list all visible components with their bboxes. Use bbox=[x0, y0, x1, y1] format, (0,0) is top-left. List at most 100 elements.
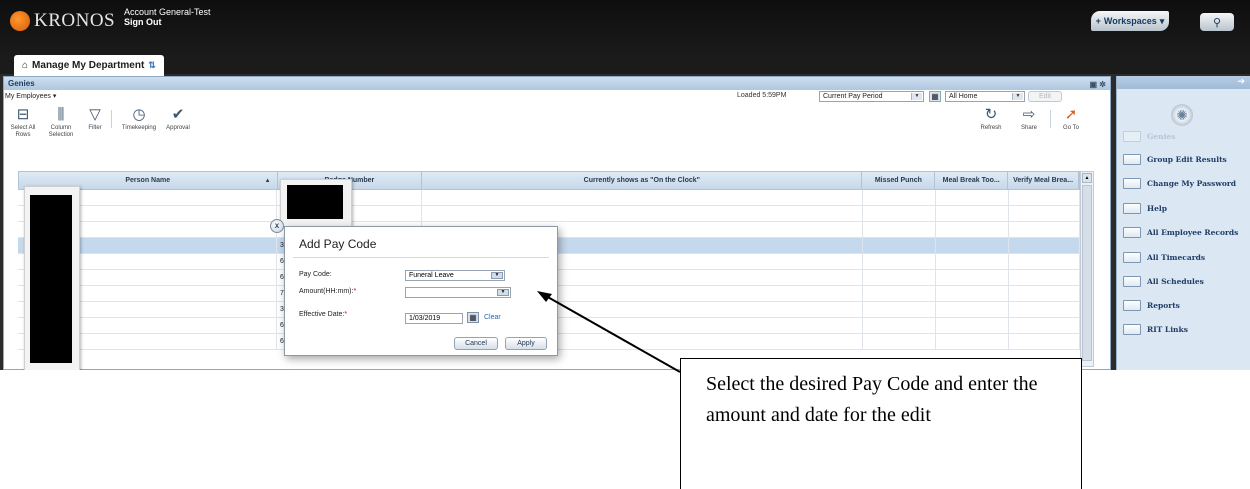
sort-ascending-icon: ▲ bbox=[264, 178, 271, 184]
column-header-missed-punch[interactable]: Missed Punch bbox=[862, 172, 936, 189]
home-icon: ⌂ bbox=[22, 60, 29, 71]
widget-icon bbox=[1123, 203, 1141, 214]
refresh-button[interactable]: ↻ Refresh bbox=[978, 106, 1004, 132]
redaction-box bbox=[30, 195, 72, 363]
sidebar-item-reports[interactable]: Reports bbox=[1123, 297, 1247, 314]
table-row[interactable] bbox=[18, 206, 1080, 222]
sidebar-item-all-timecards[interactable]: All Timecards bbox=[1123, 249, 1247, 266]
sign-out-link[interactable]: Sign Out bbox=[124, 17, 211, 27]
apply-button[interactable]: Apply bbox=[505, 337, 547, 350]
close-icon[interactable]: x bbox=[270, 219, 284, 233]
sidebar-item-genies[interactable]: Genies bbox=[1123, 128, 1247, 145]
checkmark-icon: ✔ bbox=[171, 106, 185, 123]
genies-title-bar: Genies ▣ ✲ bbox=[4, 77, 1110, 90]
pay-code-select[interactable]: Funeral Leave ▼ bbox=[405, 270, 505, 281]
loaded-time: Loaded 5:59PM bbox=[737, 92, 787, 99]
calendar-icon[interactable]: ▦ bbox=[929, 91, 941, 102]
widget-icon bbox=[1123, 178, 1141, 189]
filter-button[interactable]: ▽ Filter bbox=[86, 106, 104, 132]
genies-title: Genies bbox=[8, 79, 35, 88]
sidebar-item-group-edit-results[interactable]: Group Edit Results bbox=[1123, 151, 1247, 168]
share-icon: ⇨ bbox=[1022, 106, 1036, 123]
filter-icon: ▽ bbox=[89, 106, 101, 123]
annotation-callout: Select the desired Pay Code and enter th… bbox=[680, 358, 1082, 489]
tab-strip bbox=[0, 58, 1250, 74]
dialog-title: Add Pay Code bbox=[299, 237, 377, 251]
related-items-sidebar: ➔ ✺ Genies Group Edit Results Change My … bbox=[1116, 76, 1250, 370]
gear-icon[interactable]: ✺ bbox=[1171, 104, 1193, 126]
dialog-divider bbox=[293, 257, 549, 258]
chevron-down-icon: ▼ bbox=[911, 93, 922, 100]
chevron-down-icon: ▼ bbox=[1012, 93, 1023, 100]
edit-button[interactable]: Edit bbox=[1028, 91, 1062, 102]
action-toolbar: ⊟ Select All Rows ⫼ Column Selection ▽ Filt… bbox=[4, 104, 1110, 152]
widget-icon bbox=[1123, 227, 1141, 238]
kronos-logo-mark-icon bbox=[10, 11, 30, 31]
sidebar-item-all-schedules[interactable]: All Schedules bbox=[1123, 273, 1247, 290]
select-all-rows-button[interactable]: ⊟ Select All Rows bbox=[8, 106, 38, 139]
toolbar-divider bbox=[111, 110, 112, 128]
time-period-select[interactable]: Current Pay Period ▼ bbox=[819, 91, 924, 102]
redaction-box bbox=[287, 185, 343, 219]
cancel-button[interactable]: Cancel bbox=[454, 337, 498, 350]
kronos-logo-text: KRONOS bbox=[34, 10, 116, 31]
filter-bar: My Employees ▾ Loaded 5:59PM Current Pay… bbox=[4, 90, 1110, 104]
scroll-up-icon[interactable]: ▲ bbox=[1082, 173, 1092, 183]
plus-icon: + bbox=[1095, 16, 1101, 26]
tab-manage-my-department[interactable]: ⌂ Manage My Department ⇅ bbox=[14, 55, 164, 76]
share-button[interactable]: ⇨ Share bbox=[1016, 106, 1042, 132]
account-name: Account General-Test bbox=[124, 7, 211, 17]
chevron-down-icon: ▾ bbox=[1159, 15, 1165, 26]
calendar-icon[interactable]: ▦ bbox=[467, 312, 479, 323]
collapse-arrow-icon[interactable]: ➔ bbox=[1237, 76, 1245, 87]
go-to-icon: ➚ bbox=[1064, 106, 1078, 123]
pin-icon[interactable]: ⇅ bbox=[148, 60, 156, 71]
columns-icon: ⫼ bbox=[57, 106, 65, 123]
select-all-icon: ⊟ bbox=[16, 106, 30, 123]
widget-icon bbox=[1123, 131, 1141, 142]
sidebar-item-all-employee-records[interactable]: All Employee Records bbox=[1123, 224, 1247, 241]
sidebar-header: ➔ bbox=[1117, 76, 1250, 89]
widget-icon bbox=[1123, 300, 1141, 311]
widget-icon bbox=[1123, 276, 1141, 287]
scrollbar-thumb[interactable] bbox=[1082, 185, 1092, 361]
workspaces-label: Workspaces bbox=[1103, 16, 1157, 26]
widget-icon bbox=[1123, 154, 1141, 165]
sidebar-item-help[interactable]: Help bbox=[1123, 200, 1247, 217]
widget-icon bbox=[1123, 252, 1141, 263]
clear-date-link[interactable]: Clear bbox=[484, 314, 501, 321]
sidebar-item-change-my-password[interactable]: Change My Password bbox=[1123, 175, 1247, 192]
amount-label: Amount(HH:mm):* bbox=[299, 288, 357, 295]
workspaces-button[interactable]: + Workspaces ▾ bbox=[1091, 11, 1169, 31]
column-header-on-the-clock[interactable]: Currently shows as "On the Clock" bbox=[422, 172, 863, 189]
column-selection-button[interactable]: ⫼ Column Selection bbox=[44, 106, 78, 139]
search-button[interactable]: ⚲ bbox=[1200, 13, 1234, 31]
search-icon: ⚲ bbox=[1212, 16, 1222, 29]
hyperfind-select[interactable]: My Employees ▾ bbox=[5, 92, 56, 100]
sidebar-item-rit-links[interactable]: RIT Links bbox=[1123, 321, 1247, 338]
timekeeping-icon: ◷ bbox=[132, 106, 146, 123]
kronos-logo: KRONOS bbox=[10, 10, 115, 32]
table-scrollbar[interactable]: ▲ bbox=[1080, 171, 1094, 367]
amount-field[interactable]: ▼ bbox=[405, 287, 511, 298]
column-header-meal-break[interactable]: Meal Break Too... bbox=[935, 172, 1009, 189]
approval-button[interactable]: ✔ Approval bbox=[161, 106, 195, 132]
effective-date-input[interactable]: 1/03/2019 bbox=[405, 313, 463, 324]
refresh-icon: ↻ bbox=[984, 106, 998, 123]
kronos-app-window: KRONOS Account General-Test Sign Out + W… bbox=[0, 0, 1250, 370]
timekeeping-button[interactable]: ◷ Timekeeping bbox=[118, 106, 160, 132]
chevron-down-icon: ▼ bbox=[491, 272, 503, 279]
add-pay-code-dialog: Add Pay Code Pay Code: Funeral Leave ▼ Am… bbox=[284, 226, 558, 356]
go-to-button[interactable]: ➚ Go To bbox=[1058, 106, 1084, 132]
column-header-verify-meal-break[interactable]: Verify Meal Brea... bbox=[1008, 172, 1080, 189]
table-row[interactable] bbox=[18, 190, 1080, 206]
chevron-down-icon: ▼ bbox=[497, 289, 509, 296]
location-select[interactable]: All Home ▼ bbox=[945, 91, 1025, 102]
effective-date-label: Effective Date:* bbox=[299, 311, 348, 318]
top-bar: KRONOS Account General-Test Sign Out + W… bbox=[0, 0, 1250, 58]
tab-label: Manage My Department bbox=[32, 60, 145, 71]
annotation-text: Select the desired Pay Code and enter th… bbox=[706, 373, 1038, 426]
account-info: Account General-Test Sign Out bbox=[124, 7, 211, 27]
toolbar-divider bbox=[1050, 110, 1051, 128]
widget-icon bbox=[1123, 324, 1141, 335]
